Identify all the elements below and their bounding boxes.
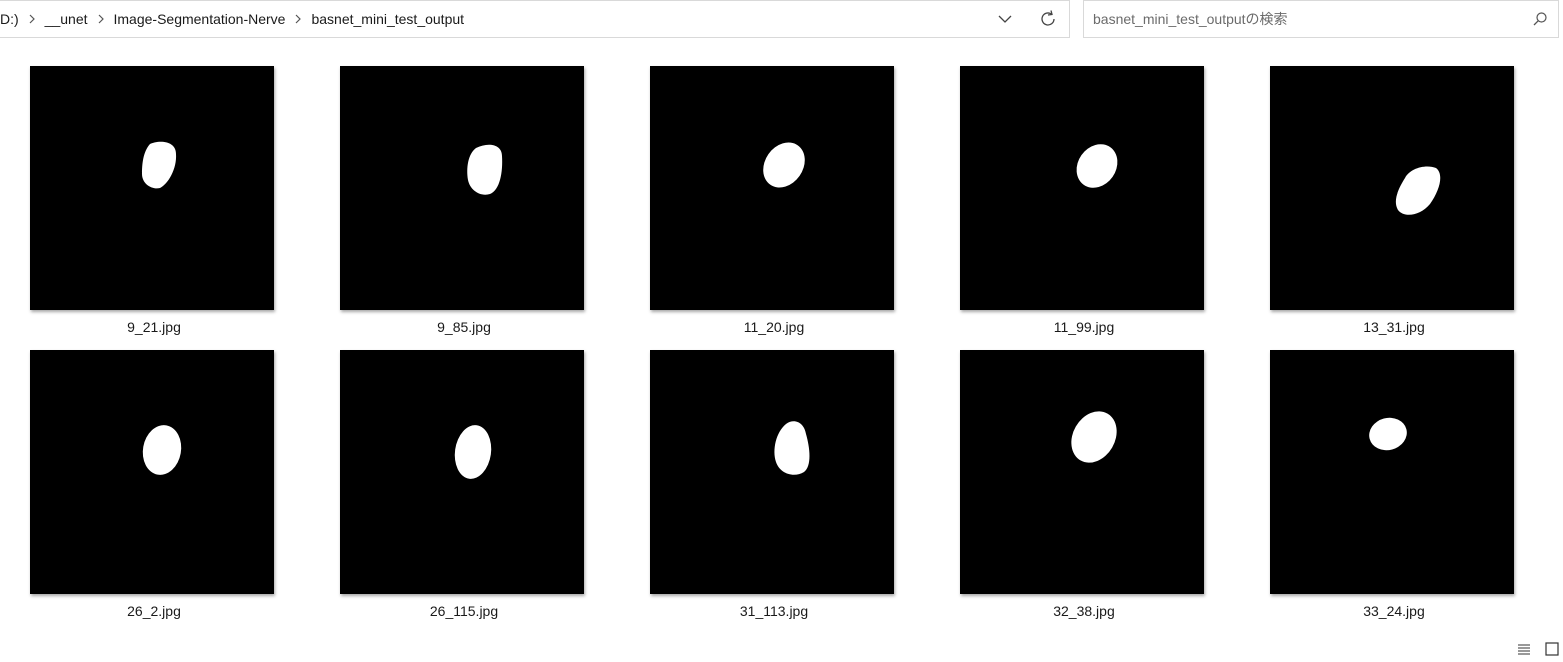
file-thumbnail bbox=[650, 66, 894, 310]
file-name: 31_113.jpg bbox=[739, 603, 809, 619]
file-name: 9_85.jpg bbox=[437, 319, 491, 335]
file-thumbnail bbox=[30, 350, 274, 594]
file-name: 33_24.jpg bbox=[1363, 603, 1425, 619]
file-name: 26_2.jpg bbox=[127, 603, 181, 619]
file-item[interactable]: 13_31.jpg bbox=[1240, 66, 1530, 346]
large-icons-view-icon[interactable] bbox=[1544, 641, 1560, 657]
details-view-icon[interactable] bbox=[1516, 641, 1532, 657]
file-name: 9_21.jpg bbox=[127, 319, 181, 335]
file-grid: 9_21.jpg 9_85.jpg 11_20.jpg 11_99.jpg 13 bbox=[0, 0, 1563, 640]
file-item[interactable]: 33_24.jpg bbox=[1240, 350, 1530, 630]
file-name: 11_99.jpg bbox=[1053, 319, 1115, 335]
file-thumbnail bbox=[1270, 66, 1514, 310]
file-thumbnail bbox=[340, 66, 584, 310]
file-item[interactable]: 11_99.jpg bbox=[930, 66, 1220, 346]
file-item[interactable]: 9_85.jpg bbox=[310, 66, 600, 346]
file-item[interactable]: 9_21.jpg bbox=[0, 66, 290, 346]
file-item[interactable]: 26_2.jpg bbox=[0, 350, 290, 630]
file-thumbnail bbox=[340, 350, 584, 594]
file-thumbnail bbox=[30, 66, 274, 310]
file-thumbnail bbox=[960, 66, 1204, 310]
file-name: 26_115.jpg bbox=[429, 603, 499, 619]
file-thumbnail bbox=[1270, 350, 1514, 594]
file-explorer-window: D:) __unet Image-Segmentation-Nerve basn… bbox=[0, 0, 1563, 662]
file-item[interactable]: 26_115.jpg bbox=[310, 350, 600, 630]
file-thumbnail bbox=[650, 350, 894, 594]
file-name: 32_38.jpg bbox=[1053, 603, 1115, 619]
file-name: 13_31.jpg bbox=[1363, 319, 1425, 335]
file-item[interactable]: 11_20.jpg bbox=[620, 66, 910, 346]
file-name: 11_20.jpg bbox=[743, 319, 805, 335]
file-thumbnail bbox=[960, 350, 1204, 594]
file-item[interactable]: 32_38.jpg bbox=[930, 350, 1220, 630]
file-item[interactable]: 31_113.jpg bbox=[620, 350, 910, 630]
